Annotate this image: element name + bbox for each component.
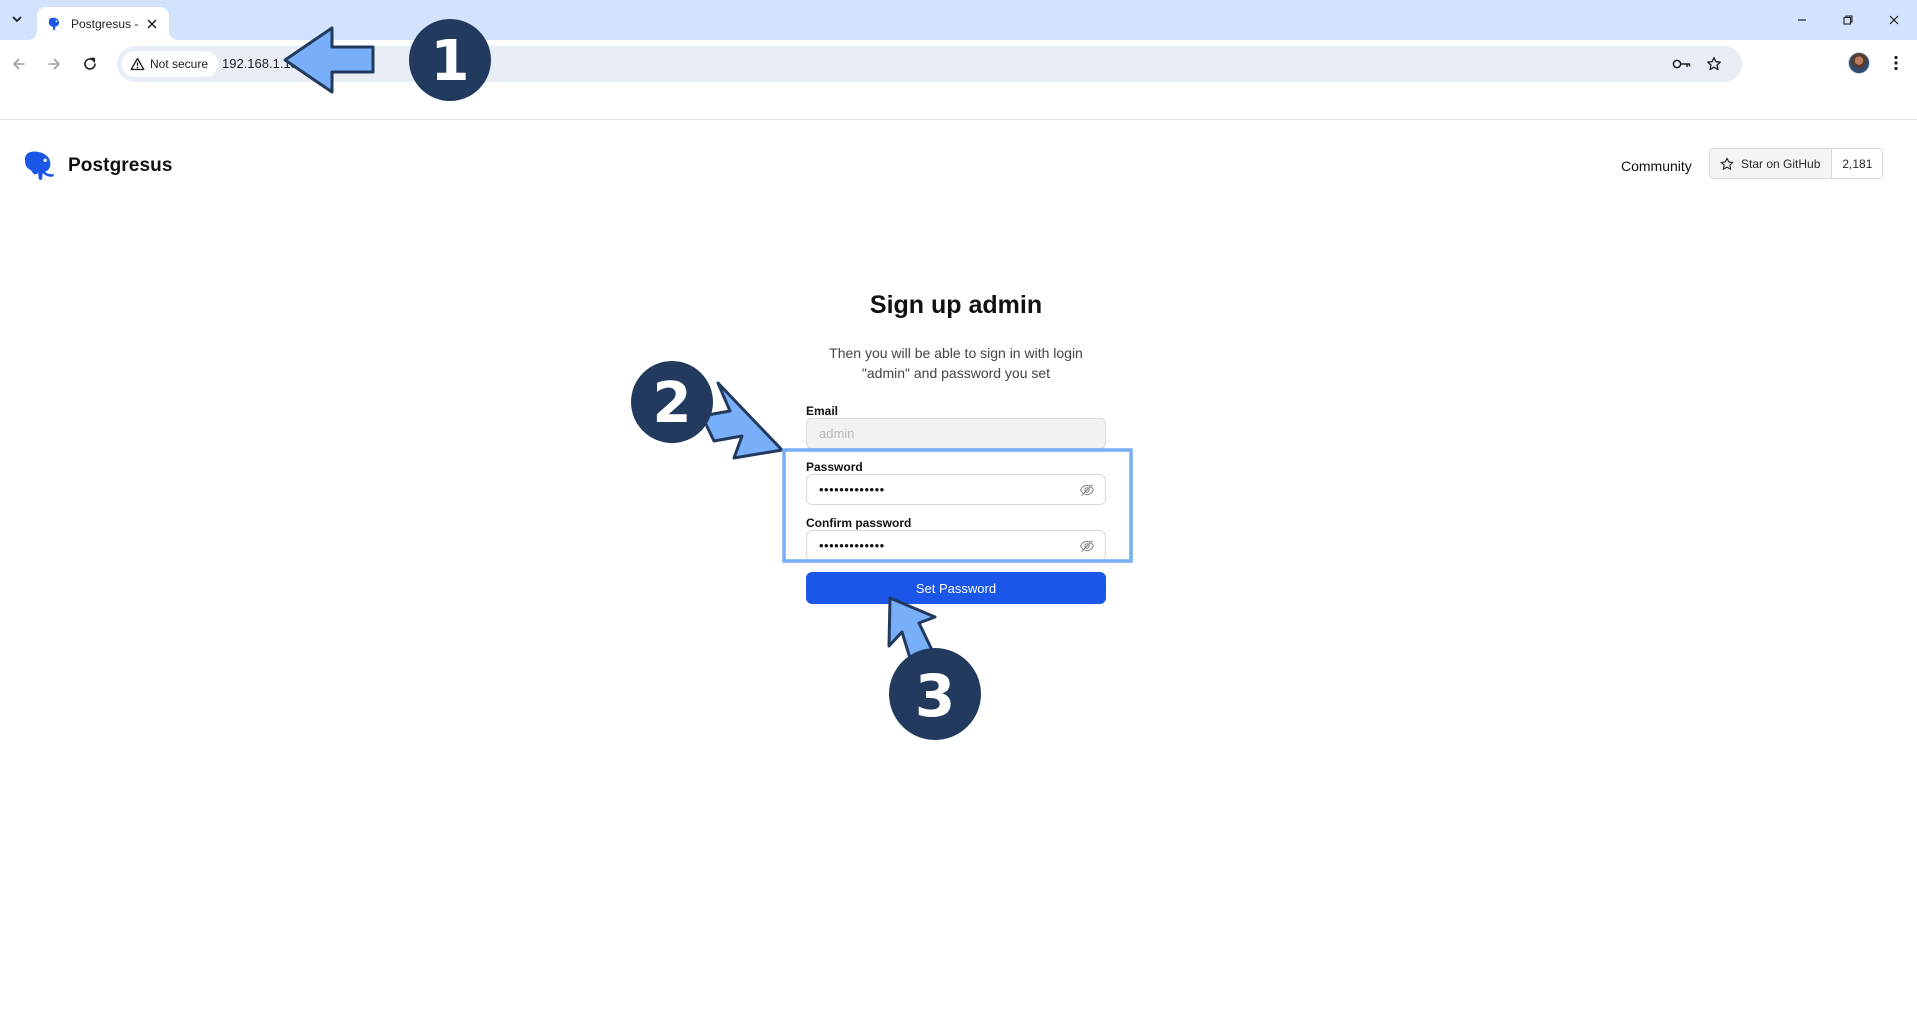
github-star-label: Star on GitHub — [1741, 156, 1821, 171]
email-placeholder: admin — [819, 426, 855, 441]
confirm-password-field[interactable]: ••••••••••••• — [806, 530, 1106, 561]
password-key-icon[interactable] — [1672, 54, 1692, 74]
eye-invisible-icon[interactable] — [1079, 538, 1095, 554]
github-star-button[interactable]: Star on GitHub 2,181 — [1709, 148, 1884, 179]
subtitle-line-1: Then you will be able to sign in with lo… — [829, 345, 1083, 361]
postgresus-favicon-icon — [49, 17, 60, 30]
url-text[interactable]: 192.168.1.18:4005 — [222, 56, 330, 71]
restore-icon[interactable] — [1836, 8, 1860, 32]
tab-search-chevron-icon[interactable] — [7, 9, 27, 29]
address-bar[interactable]: Not secure 192.168.1.18:4005 — [117, 46, 1742, 82]
warning-icon — [130, 57, 145, 71]
page-title: Sign up admin — [869, 291, 1043, 319]
bookmark-star-icon[interactable] — [1704, 54, 1724, 74]
site-security-chip[interactable]: Not secure — [122, 51, 219, 77]
minimize-icon[interactable] — [1790, 8, 1814, 32]
password-field[interactable]: ••••••••••••• — [806, 474, 1106, 505]
page-content: Postgresus Community Star on GitHub 2,18… — [0, 121, 1917, 1030]
github-star-section[interactable]: Star on GitHub — [1710, 149, 1833, 178]
profile-avatar[interactable] — [1848, 52, 1870, 74]
brand-name: Postgresus — [68, 155, 173, 176]
reload-icon[interactable] — [76, 50, 104, 78]
security-label: Not secure — [150, 57, 209, 71]
confirm-password-value: ••••••••••••• — [819, 538, 885, 553]
password-label: Password — [806, 460, 863, 474]
subtitle-line-2: "admin" and password you set — [861, 365, 1051, 381]
password-value: ••••••••••••• — [819, 482, 885, 497]
browser-toolbar: Not secure 192.168.1.18:4005 — [0, 40, 1917, 120]
eye-invisible-icon[interactable] — [1079, 482, 1095, 498]
set-password-button[interactable]: Set Password — [806, 572, 1106, 604]
email-label: Email — [806, 404, 839, 418]
close-window-icon[interactable] — [1882, 8, 1906, 32]
tab-title: Postgresus - — [71, 16, 139, 31]
elephant-logo-icon — [25, 151, 54, 181]
email-field: admin — [806, 418, 1106, 449]
brand[interactable]: Postgresus — [22, 149, 172, 183]
form-subtitle: Then you will be able to sign in with lo… — [806, 343, 1106, 383]
browser-tab-strip: Postgresus - — [0, 0, 1917, 40]
browser-tab[interactable]: Postgresus - — [37, 7, 169, 40]
community-link[interactable]: Community — [1621, 158, 1692, 174]
forward-arrow-icon[interactable] — [40, 50, 68, 78]
back-arrow-icon[interactable] — [5, 50, 33, 78]
confirm-password-label: Confirm password — [806, 516, 912, 530]
github-star-count[interactable]: 2,181 — [1832, 149, 1883, 178]
star-icon — [1720, 157, 1734, 170]
close-tab-icon[interactable] — [143, 15, 161, 33]
more-menu-icon[interactable] — [1886, 52, 1906, 74]
